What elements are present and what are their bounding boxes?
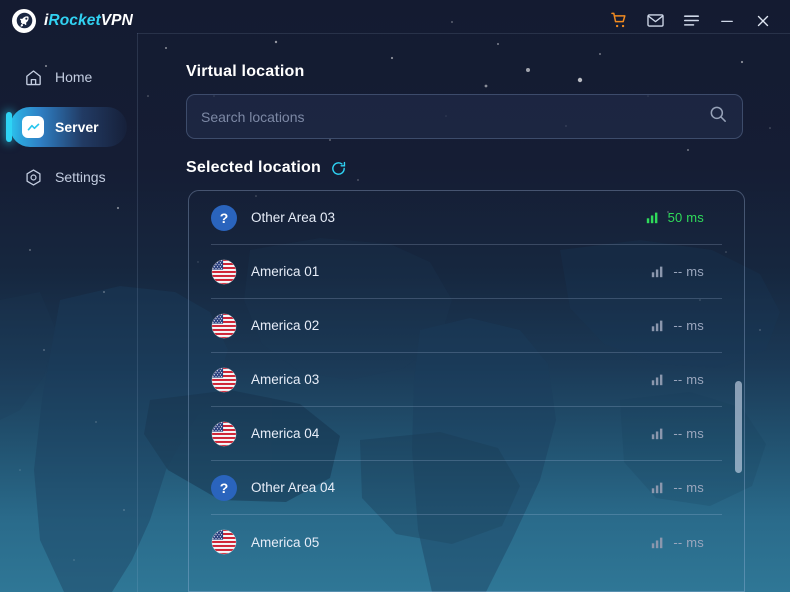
server-ping: 50 ms — [646, 210, 722, 225]
signal-bars-icon — [652, 320, 663, 332]
scrollbar-track[interactable] — [735, 191, 743, 591]
server-name: America 03 — [251, 372, 320, 387]
server-ping: -- ms — [651, 264, 722, 279]
brand-suffix: VPN — [100, 11, 133, 29]
menu-icon — [683, 15, 699, 26]
server-ping: -- ms — [651, 426, 722, 441]
scrollbar-thumb[interactable] — [735, 381, 742, 473]
server-list[interactable]: ? Other Area 03 50 ms America 01 -- ms A… — [189, 191, 744, 591]
server-name: America 05 — [251, 534, 320, 550]
ping-value: -- ms — [673, 426, 704, 441]
app-title: iRocketVPN — [44, 12, 133, 30]
table-row[interactable]: America 03 -- ms — [211, 353, 722, 407]
ping-value: -- ms — [673, 534, 704, 550]
minimize-icon — [721, 20, 733, 22]
ping-value: 50 ms — [667, 210, 704, 225]
server-list-panel: ? Other Area 03 50 ms America 01 -- ms A… — [188, 190, 745, 592]
table-row[interactable]: America 04 -- ms — [211, 407, 722, 461]
us-flag-icon — [211, 529, 237, 555]
close-button[interactable] — [746, 5, 780, 37]
close-icon — [757, 15, 769, 26]
sidebar-divider — [137, 33, 138, 592]
main-content: Virtual location Selected location — [137, 41, 790, 592]
minimize-button[interactable] — [710, 5, 744, 37]
server-ping: -- ms — [651, 372, 722, 387]
us-flag-icon — [211, 367, 237, 392]
mail-button[interactable] — [638, 5, 672, 37]
question-icon: ? — [211, 204, 237, 231]
signal-bars-icon — [652, 266, 663, 278]
server-ping: -- ms — [651, 480, 722, 495]
search-bar[interactable] — [186, 94, 743, 139]
ping-value: -- ms — [673, 264, 704, 279]
server-name: America 01 — [251, 264, 320, 279]
table-row[interactable]: America 05 -- ms — [211, 515, 722, 569]
table-row[interactable]: ? Other Area 04 -- ms — [211, 461, 722, 515]
server-name: America 02 — [251, 318, 320, 333]
server-wave-icon — [22, 116, 44, 138]
ping-value: -- ms — [673, 372, 704, 387]
menu-button[interactable] — [674, 5, 708, 37]
window-controls — [602, 5, 790, 37]
shop-cart-icon — [610, 12, 626, 28]
title-bar: iRocketVPN — [0, 0, 790, 41]
shop-cart-button[interactable] — [602, 5, 636, 37]
sidebar-nav: Home Server Settings — [0, 41, 137, 592]
server-name: Other Area 03 — [251, 210, 336, 225]
server-name: America 04 — [251, 426, 320, 441]
rocket-planet-icon — [12, 8, 36, 33]
virtual-location-title: Virtual location — [186, 63, 305, 80]
sidebar-item-home[interactable]: Home — [10, 57, 127, 97]
us-flag-icon — [211, 259, 237, 284]
sidebar-item-server[interactable]: Server — [6, 107, 127, 147]
refresh-icon[interactable] — [330, 160, 347, 177]
brand-mid: Rocket — [48, 11, 101, 29]
home-icon — [22, 66, 44, 88]
table-row[interactable]: America 01 -- ms — [211, 245, 722, 299]
server-ping: -- ms — [651, 535, 722, 550]
search-input[interactable] — [201, 108, 708, 125]
server-ping: -- ms — [651, 318, 722, 333]
mail-icon — [646, 14, 664, 27]
selected-location-header: Selected location — [186, 159, 347, 177]
question-icon: ? — [211, 474, 237, 501]
ping-value: -- ms — [673, 480, 704, 495]
signal-bars-icon — [652, 537, 663, 548]
sidebar-item-settings[interactable]: Settings — [10, 157, 127, 197]
table-row[interactable]: ? Other Area 03 50 ms — [211, 191, 722, 245]
sidebar-item-label-server: Server — [55, 119, 99, 135]
settings-gear-icon — [22, 166, 44, 188]
table-row[interactable]: America 02 -- ms — [211, 299, 722, 353]
app-window: iRocketVPN Home Server Settings Virtual … — [0, 0, 790, 592]
signal-bars-icon — [652, 482, 663, 494]
app-logo: iRocketVPN — [0, 0, 137, 41]
sidebar-item-label-home: Home — [55, 69, 93, 85]
signal-bars-icon — [652, 428, 663, 440]
search-icon[interactable] — [708, 104, 728, 129]
us-flag-icon — [211, 313, 237, 338]
ping-value: -- ms — [673, 318, 704, 333]
server-name: Other Area 04 — [251, 480, 336, 495]
signal-bars-icon — [646, 212, 657, 224]
us-flag-icon — [211, 421, 237, 446]
signal-bars-icon — [652, 374, 663, 386]
selected-location-title: Selected location — [186, 159, 321, 176]
sidebar-item-label-settings: Settings — [55, 169, 106, 185]
